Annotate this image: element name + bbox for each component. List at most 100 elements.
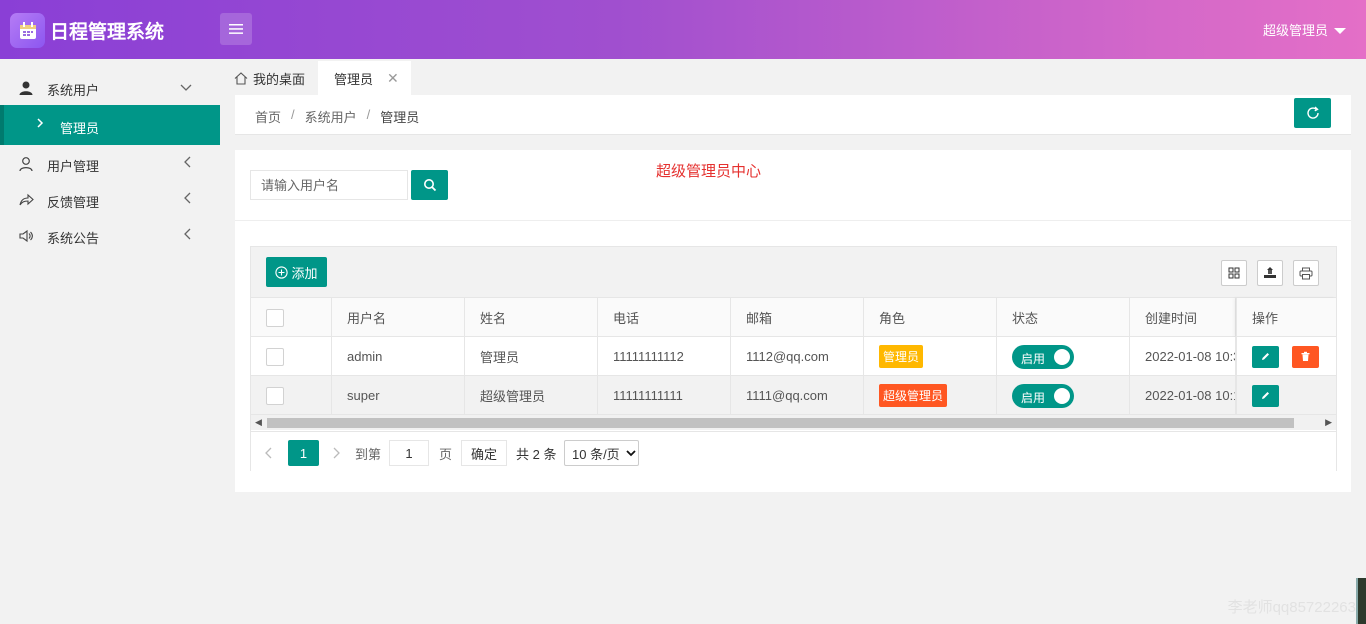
caret-down-icon [1334, 27, 1346, 34]
add-button[interactable]: 添加 [266, 257, 327, 287]
sidebar-item-feedback[interactable]: 反馈管理 [0, 181, 220, 217]
cell-status: 启用 [997, 337, 1130, 376]
breadcrumb-bar: 首页 / 系统用户 / 管理员 [235, 95, 1351, 135]
scroll-thumb[interactable] [267, 418, 1294, 428]
toggle-knob [1054, 348, 1070, 365]
sidebar-item-label: 反馈管理 [47, 195, 100, 210]
breadcrumb-separator: / [291, 107, 295, 122]
status-toggle-label: 启用 [1021, 390, 1046, 405]
breadcrumb: 首页 / 系统用户 / 管理员 [255, 107, 419, 126]
cell-email: 1111@qq.com [731, 376, 864, 415]
trash-icon [1301, 351, 1310, 361]
cell-phone: 11111111112 [598, 337, 731, 376]
role-badge: 超级管理员 [879, 384, 948, 407]
chevron-left-icon [184, 228, 192, 243]
print-icon[interactable] [1293, 260, 1319, 286]
row-checkbox-cell [251, 376, 332, 415]
cell-status: 启用 [997, 376, 1130, 415]
page-size-select[interactable]: 10 条/页 [564, 440, 639, 466]
edit-button[interactable] [1252, 384, 1279, 407]
data-table: 添加 用户名 姓名 电话 邮箱 角色 状态 创建时间 操作 admin 管理员 … [250, 246, 1337, 471]
sidebar-subitem-label: 管理员 [60, 121, 100, 136]
toggle-knob [1054, 387, 1070, 404]
row-checkbox[interactable] [266, 347, 284, 366]
pencil-icon [1262, 392, 1269, 399]
table-row: super 超级管理员 11111111111 1111@qq.com 超级管理… [251, 376, 1336, 415]
role-badge: 管理员 [879, 345, 924, 368]
chevron-left-icon [184, 156, 192, 171]
breadcrumb-separator: / [366, 107, 371, 122]
column-header[interactable]: 创建时间 [1130, 298, 1236, 337]
column-header[interactable]: 姓名 [465, 298, 598, 337]
table-toolbar: 添加 [251, 247, 1336, 298]
cell-phone: 11111111111 [598, 376, 731, 415]
scroll-right-icon[interactable]: ▶ [1325, 417, 1332, 428]
chevron-right-icon [36, 117, 44, 132]
row-checkbox[interactable] [266, 386, 284, 405]
sidebar: 系统用户 管理员 用户管理 反馈管理 系统公告 [0, 59, 220, 624]
sidebar-item-system-users[interactable]: 系统用户 [0, 69, 220, 105]
scroll-left-icon[interactable]: ◀ [255, 417, 262, 428]
search-input[interactable] [250, 170, 408, 200]
select-all-checkbox[interactable] [266, 308, 284, 327]
row-checkbox-cell [251, 337, 332, 376]
cell-created: 2022-01-08 10:1 [1130, 376, 1236, 415]
column-header[interactable]: 角色 [864, 298, 997, 337]
grid-columns-icon[interactable] [1221, 260, 1247, 286]
sidebar-item-user-management[interactable]: 用户管理 [0, 145, 220, 181]
edge-widget [1356, 578, 1366, 624]
column-header[interactable]: 邮箱 [731, 298, 864, 337]
horizontal-scrollbar[interactable]: ◀ ▶ [251, 415, 1336, 430]
pencil-icon [1262, 353, 1269, 360]
status-toggle[interactable]: 启用 [1012, 344, 1074, 369]
chevron-down-icon [180, 80, 192, 95]
user-menu-label: 超级管理员 [1262, 23, 1328, 38]
refresh-button[interactable] [1294, 98, 1331, 128]
add-button-label: 添加 [291, 265, 318, 281]
cell-username: admin [332, 337, 465, 376]
plus-circle-icon [275, 265, 289, 279]
watermark: 李老师qq85722263 [1227, 599, 1356, 616]
edit-button[interactable] [1252, 345, 1279, 368]
status-toggle[interactable]: 启用 [1012, 383, 1074, 408]
user-menu[interactable]: 超级管理员 [1263, 20, 1346, 39]
cell-role: 超级管理员 [864, 376, 997, 415]
cell-actions [1236, 376, 1336, 415]
sidebar-item-label: 用户管理 [47, 159, 100, 174]
cell-actions [1236, 337, 1336, 376]
cell-email: 1112@qq.com [731, 337, 864, 376]
breadcrumb-home[interactable]: 首页 [255, 107, 281, 126]
goto-page-input[interactable]: 1 [389, 440, 429, 466]
breadcrumb-system-users[interactable]: 系统用户 [305, 107, 357, 126]
cell-name: 超级管理员 [465, 376, 598, 415]
status-toggle-label: 启用 [1021, 351, 1046, 366]
page-unit-label: 页 [439, 446, 453, 462]
delete-button[interactable] [1292, 345, 1319, 368]
tab-admin[interactable]: 管理员 ✕ [318, 61, 411, 95]
hamburger-icon[interactable] [220, 13, 252, 45]
sidebar-item-announcement[interactable]: 系统公告 [0, 217, 220, 253]
main-card: 超级管理员中心 添加 用户名 姓名 [235, 150, 1351, 492]
close-icon[interactable]: ✕ [387, 70, 399, 87]
user-outline-icon [18, 156, 34, 172]
search-button[interactable] [411, 170, 448, 200]
header-checkbox-cell [251, 298, 332, 337]
prev-page-icon[interactable] [265, 440, 273, 466]
column-header[interactable]: 电话 [598, 298, 731, 337]
goto-confirm-button[interactable]: 确定 [461, 440, 507, 466]
user-icon [18, 80, 34, 96]
sidebar-subitem-admin[interactable]: 管理员 [0, 105, 220, 145]
column-header[interactable]: 状态 [997, 298, 1130, 337]
breadcrumb-current: 管理员 [380, 110, 420, 125]
export-icon[interactable] [1257, 260, 1283, 286]
next-page-icon[interactable] [332, 440, 340, 466]
page-number-current[interactable]: 1 [288, 440, 319, 466]
home-icon [234, 71, 248, 85]
cell-role: 管理员 [864, 337, 997, 376]
tab-bar: 我的桌面 管理员 ✕ [220, 59, 1366, 95]
active-indicator [0, 105, 4, 145]
center-title: 超级管理员中心 [656, 163, 762, 180]
column-header[interactable]: 用户名 [332, 298, 465, 337]
tab-home[interactable]: 我的桌面 [234, 61, 305, 95]
table-row: admin 管理员 11111111112 1112@qq.com 管理员 启用… [251, 337, 1336, 376]
